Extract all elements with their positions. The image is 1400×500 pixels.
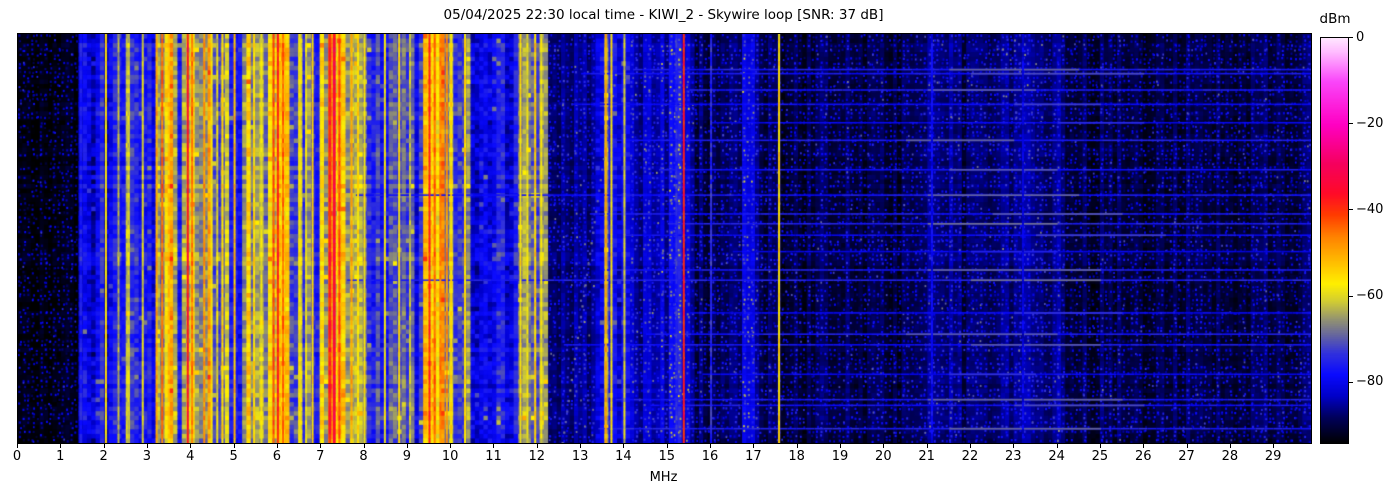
colorbar-tick-label: −80: [1356, 374, 1383, 389]
x-tick-mark: [1100, 444, 1101, 448]
x-tick-mark: [1273, 444, 1274, 448]
plot-area: [17, 33, 1312, 444]
x-tick-mark: [840, 444, 841, 448]
x-tick-mark: [1230, 444, 1231, 448]
x-tick-label: 20: [865, 449, 901, 464]
x-tick-mark: [234, 444, 235, 448]
x-tick-mark: [147, 444, 148, 448]
x-tick-label: 23: [995, 449, 1031, 464]
x-tick-label: 25: [1082, 449, 1118, 464]
x-tick-label: 29: [1255, 449, 1291, 464]
x-tick-label: 11: [475, 449, 511, 464]
spectrogram-figure: 05/04/2025 22:30 local time - KIWI_2 - S…: [0, 0, 1400, 500]
colorbar-tick-label: 0: [1356, 30, 1364, 45]
x-tick-label: 10: [432, 449, 468, 464]
x-tick-label: 6: [259, 449, 295, 464]
x-tick-mark: [883, 444, 884, 448]
x-tick-label: 5: [216, 449, 252, 464]
x-tick-mark: [450, 444, 451, 448]
colorbar-tick-label: −40: [1356, 202, 1383, 217]
x-tick-mark: [1057, 444, 1058, 448]
x-tick-label: 8: [346, 449, 382, 464]
x-tick-mark: [104, 444, 105, 448]
x-tick-label: 28: [1212, 449, 1248, 464]
x-tick-label: 3: [129, 449, 165, 464]
x-tick-mark: [364, 444, 365, 448]
x-tick-label: 22: [952, 449, 988, 464]
x-tick-label: 14: [605, 449, 641, 464]
colorbar-gradient: [1321, 38, 1348, 443]
colorbar-tick-mark: [1349, 382, 1353, 383]
x-tick-mark: [797, 444, 798, 448]
x-tick-mark: [753, 444, 754, 448]
x-tick-label: 9: [389, 449, 425, 464]
x-tick-mark: [277, 444, 278, 448]
x-tick-mark: [493, 444, 494, 448]
x-tick-label: 4: [172, 449, 208, 464]
x-tick-label: 27: [1169, 449, 1205, 464]
x-tick-mark: [407, 444, 408, 448]
x-tick-mark: [623, 444, 624, 448]
x-tick-mark: [710, 444, 711, 448]
x-tick-label: 24: [1039, 449, 1075, 464]
x-tick-mark: [667, 444, 668, 448]
x-tick-mark: [320, 444, 321, 448]
x-tick-mark: [17, 444, 18, 448]
spectrogram-heatmap: [18, 34, 1311, 443]
x-tick-label: 17: [735, 449, 771, 464]
x-tick-label: 15: [649, 449, 685, 464]
x-tick-mark: [537, 444, 538, 448]
colorbar-tick-label: −60: [1356, 288, 1383, 303]
x-tick-mark: [1013, 444, 1014, 448]
x-tick-label: 21: [909, 449, 945, 464]
x-tick-label: 12: [519, 449, 555, 464]
colorbar-unit-label: dBm: [1304, 11, 1366, 27]
colorbar-tick-mark: [1349, 296, 1353, 297]
x-axis-label: MHz: [17, 470, 1310, 485]
x-tick-mark: [1143, 444, 1144, 448]
colorbar: [1320, 37, 1349, 444]
x-tick-label: 2: [86, 449, 122, 464]
x-tick-label: 1: [42, 449, 78, 464]
x-tick-mark: [580, 444, 581, 448]
x-tick-label: 16: [692, 449, 728, 464]
x-tick-mark: [970, 444, 971, 448]
x-tick-mark: [190, 444, 191, 448]
colorbar-tick-mark: [1349, 37, 1353, 38]
colorbar-tick-label: −20: [1356, 116, 1383, 131]
x-tick-mark: [60, 444, 61, 448]
x-tick-label: 19: [822, 449, 858, 464]
colorbar-tick-mark: [1349, 123, 1353, 124]
x-tick-label: 26: [1125, 449, 1161, 464]
x-tick-mark: [927, 444, 928, 448]
colorbar-tick-mark: [1349, 209, 1353, 210]
x-tick-label: 7: [302, 449, 338, 464]
x-tick-label: 18: [779, 449, 815, 464]
x-tick-label: 0: [0, 449, 35, 464]
x-tick-mark: [1187, 444, 1188, 448]
plot-title: 05/04/2025 22:30 local time - KIWI_2 - S…: [17, 7, 1310, 23]
x-tick-label: 13: [562, 449, 598, 464]
